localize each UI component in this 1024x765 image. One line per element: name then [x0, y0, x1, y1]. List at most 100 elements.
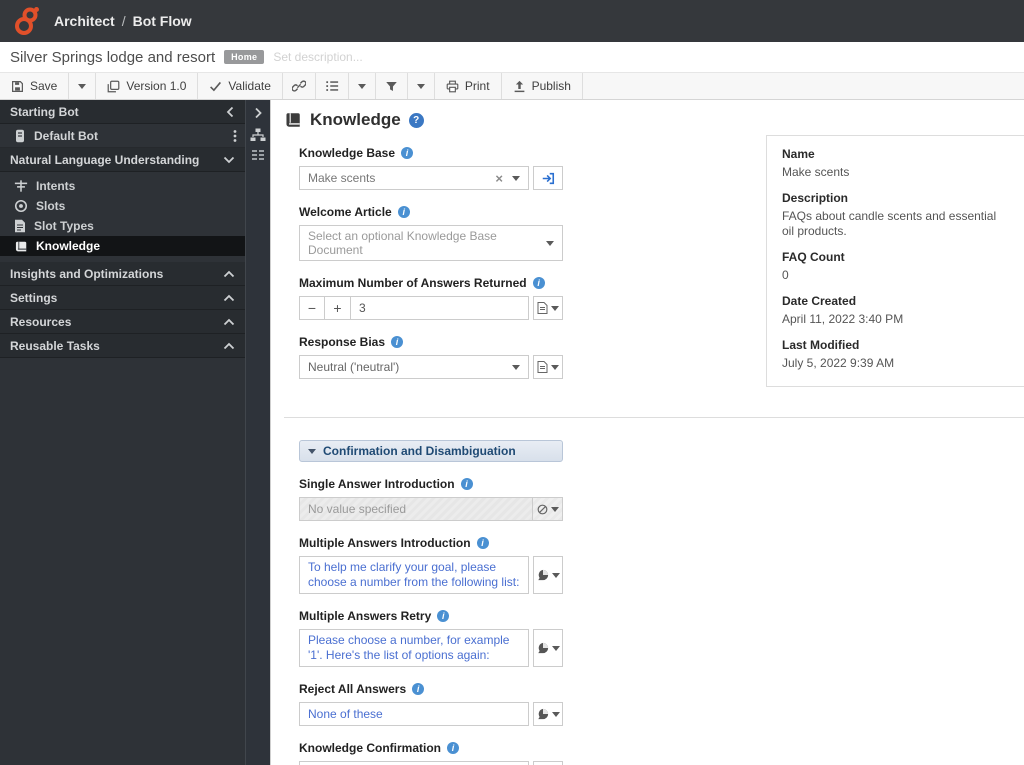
- info-icon[interactable]: i: [447, 742, 459, 754]
- max-answers-mode-button[interactable]: [533, 296, 563, 320]
- sidebar-section-settings[interactable]: Settings: [0, 286, 245, 310]
- filter-menu-button[interactable]: [407, 73, 435, 99]
- knowledge-base-info-card: Name Make scents Description FAQs about …: [766, 135, 1024, 387]
- info-icon[interactable]: i: [397, 206, 410, 218]
- expression-doc-icon: [537, 361, 548, 373]
- info-icon[interactable]: i: [437, 610, 450, 622]
- toolbar: Save Version 1.0 Validate Print Publish: [0, 73, 1024, 100]
- info-icon[interactable]: i: [460, 478, 473, 490]
- info-icon[interactable]: i: [401, 147, 414, 159]
- no-value-icon: [537, 504, 547, 514]
- versions-icon: [107, 80, 120, 92]
- go-to-icon: [542, 172, 555, 184]
- chevron-up-icon: [223, 342, 235, 349]
- sidebar-section-reusable-tasks[interactable]: Reusable Tasks: [0, 334, 245, 358]
- save-button[interactable]: Save: [0, 73, 70, 99]
- version-button[interactable]: Version 1.0: [96, 73, 199, 99]
- check-icon: [210, 81, 222, 91]
- reject-all-mode-button[interactable]: [533, 702, 563, 726]
- kebab-menu-icon[interactable]: [233, 129, 237, 143]
- sidebar-item-knowledge[interactable]: Knowledge: [0, 236, 245, 256]
- grid-icon[interactable]: [252, 150, 264, 162]
- sidebar-item-slots[interactable]: Slots: [0, 196, 245, 216]
- multiple-retry-label: Multiple Answers Retry i: [299, 609, 563, 623]
- book-icon: [286, 113, 300, 127]
- copy-link-button[interactable]: [282, 73, 316, 99]
- expand-panel-button[interactable]: [254, 107, 263, 119]
- confirmation-section-header[interactable]: Confirmation and Disambiguation: [299, 440, 563, 462]
- multiple-intro-mode-button[interactable]: [533, 556, 563, 594]
- filter-button[interactable]: [375, 73, 408, 99]
- list-view-button[interactable]: [315, 73, 349, 99]
- confirmation-section: Confirmation and Disambiguation Single A…: [299, 440, 563, 765]
- chevron-down-icon: [512, 175, 520, 181]
- save-menu-button[interactable]: [69, 73, 97, 99]
- flow-title: Silver Springs lodge and resort: [10, 48, 216, 66]
- validate-button[interactable]: Validate: [198, 73, 283, 99]
- increment-button[interactable]: +: [325, 296, 351, 320]
- org-chart-icon[interactable]: [250, 128, 266, 142]
- single-answer-label: Single Answer Introduction i: [299, 477, 563, 491]
- clear-icon[interactable]: ×: [495, 171, 503, 186]
- flow-title-bar: Silver Springs lodge and resort Home Set…: [0, 42, 1024, 73]
- app-name[interactable]: Architect: [54, 13, 115, 29]
- decrement-button[interactable]: −: [299, 296, 325, 320]
- link-icon: [291, 80, 306, 92]
- info-label: FAQ Count: [782, 250, 845, 264]
- welcome-article-select[interactable]: Select an optional Knowledge Base Docume…: [299, 225, 563, 261]
- publish-button[interactable]: Publish: [501, 73, 583, 99]
- sidebar-item-slot-types[interactable]: Slot Types: [0, 216, 245, 236]
- knowledge-confirmation-field: On Off: [299, 761, 529, 765]
- chevron-down-icon: [551, 645, 560, 651]
- info-icon[interactable]: i: [391, 336, 404, 348]
- response-bias-select[interactable]: Neutral ('neutral'): [299, 355, 529, 379]
- genesys-logo-icon: [15, 7, 39, 35]
- knowledge-confirmation-mode-button[interactable]: [533, 761, 563, 765]
- nlu-items: Intents Slots Slot Types Knowledge: [0, 172, 245, 262]
- info-icon[interactable]: i: [476, 537, 489, 549]
- list-icon: [326, 81, 339, 91]
- sidebar-item-intents[interactable]: Intents: [0, 176, 245, 196]
- document-icon: [15, 219, 25, 233]
- chevron-down-icon: [551, 305, 559, 311]
- chevron-down-icon: [223, 156, 235, 163]
- info-icon[interactable]: i: [412, 683, 425, 695]
- multiple-intro-field[interactable]: To help me clarify your goal, please cho…: [299, 556, 529, 594]
- sidebar-section-nlu[interactable]: Natural Language Understanding: [0, 148, 245, 172]
- chevron-up-icon: [223, 270, 235, 277]
- panel-tools: [250, 128, 266, 162]
- chevron-down-icon: [551, 364, 559, 370]
- response-bias-mode-button[interactable]: [533, 355, 563, 379]
- intents-icon: [14, 180, 28, 192]
- main-content: Knowledge ? Knowledge Base i Make scents…: [270, 100, 1024, 765]
- help-icon[interactable]: ?: [408, 112, 424, 128]
- chevron-down-icon: [550, 506, 559, 512]
- sidebar-section-resources[interactable]: Resources: [0, 310, 245, 334]
- print-button[interactable]: Print: [434, 73, 502, 99]
- multiple-retry-field[interactable]: Please choose a number, for example '1'.…: [299, 629, 529, 667]
- sidebar-section-starting-bot[interactable]: Starting Bot: [0, 100, 245, 124]
- info-icon[interactable]: i: [532, 277, 545, 289]
- publish-icon: [514, 80, 524, 92]
- max-answers-label: Maximum Number of Answers Returned i: [299, 276, 563, 290]
- multiple-retry-mode-button[interactable]: [533, 629, 563, 667]
- info-value: July 5, 2022 9:39 AM: [782, 356, 895, 370]
- chevron-down-icon: [78, 83, 87, 89]
- chevron-down-icon: [551, 711, 560, 717]
- list-menu-button[interactable]: [348, 73, 376, 99]
- knowledge-base-select[interactable]: Make scents ×: [299, 166, 529, 190]
- open-knowledge-base-button[interactable]: [533, 166, 563, 190]
- slots-icon: [14, 199, 28, 213]
- max-answers-input[interactable]: 3: [351, 296, 529, 320]
- reject-all-field[interactable]: None of these: [299, 702, 529, 726]
- communicate-icon: [537, 569, 548, 581]
- chevron-down-icon: [512, 364, 520, 370]
- single-answer-field[interactable]: No value specified: [299, 497, 533, 521]
- communicate-icon: [537, 642, 548, 654]
- sidebar-section-insights[interactable]: Insights and Optimizations: [0, 262, 245, 286]
- sidebar-item-default-bot[interactable]: Default Bot: [0, 124, 245, 148]
- set-description-link[interactable]: Set description...: [273, 50, 362, 64]
- info-value: FAQs about candle scents and essential o…: [782, 209, 997, 238]
- single-answer-mode-button[interactable]: [533, 497, 563, 521]
- chevron-down-icon: [416, 83, 425, 89]
